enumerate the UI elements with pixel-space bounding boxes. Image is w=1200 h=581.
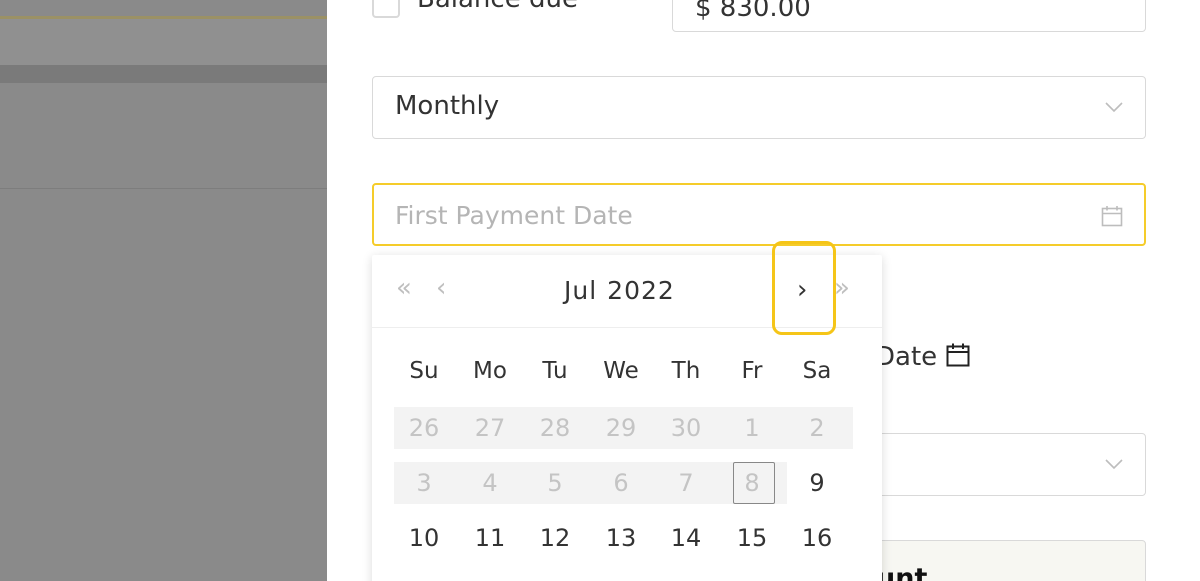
first-payment-date-placeholder: First Payment Date [395,201,633,230]
weekday-label: Tu [542,358,568,384]
calendar-day-disabled: 4 [482,469,498,497]
weekday-label: Sa [802,358,832,384]
calendar-week-row: 26 27 28 29 30 1 2 [394,407,860,449]
calendar-day-disabled: 7 [678,469,694,497]
calendar-day-disabled: 3 [416,469,432,497]
calendar-day-disabled: 27 [474,414,506,442]
calendar-day-today: 8 [744,469,760,497]
prev-year-button[interactable]: « [396,273,412,303]
next-year-button[interactable]: » [834,273,850,303]
calendar-day[interactable]: 9 [787,462,847,504]
calendar-day-disabled: 29 [605,414,637,442]
calendar-week-row: 10 11 12 13 14 15 16 [394,517,860,559]
calendar-day[interactable]: 11 [460,517,520,559]
balance-due-label: Balance due [417,0,578,14]
weekday-header-row: Su Mo Tu We Th Fr Sa [394,358,860,388]
calendar-day-disabled: 1 [744,414,760,442]
month-label[interactable]: Jul [564,276,597,305]
second-date-label: Date [875,342,971,372]
calendar-week-row: 3 4 5 6 7 8 9 [394,462,860,504]
backdrop-band [0,65,327,83]
prev-month-button[interactable]: ‹ [436,273,446,303]
date-picker-header: « ‹ Jul 2022 › » [372,241,882,335]
calendar-day[interactable]: 16 [787,517,847,559]
calendar-day-disabled: 28 [539,414,571,442]
calendar-day-disabled: 5 [547,469,563,497]
calendar-day-disabled: 30 [670,414,702,442]
secondary-select[interactable] [847,433,1146,496]
submit-button[interactable]: unt [847,540,1146,581]
next-month-button[interactable]: › [797,275,807,305]
date-picker-popup: « ‹ Jul 2022 › » Su Mo Tu We Th Fr Sa 26 … [372,241,882,581]
modal-backdrop[interactable] [0,0,327,581]
second-date-label-text: Date [875,342,938,372]
weekday-label: We [603,358,639,384]
calendar-day-disabled: 2 [809,414,825,442]
weekday-label: Fr [741,358,763,384]
balance-due-input[interactable]: $ 830.00 [672,0,1146,32]
calendar-day[interactable]: 15 [722,517,782,559]
backdrop-divider [0,188,327,189]
chevron-down-icon [1105,102,1123,113]
calendar-icon [1101,206,1123,227]
payment-plan-panel: Balance due $ 830.00 Monthly First Payme… [327,0,1200,581]
calendar-day[interactable]: 12 [525,517,585,559]
backdrop-band [0,19,327,65]
chevron-down-icon [1105,459,1123,470]
weekday-label: Mo [473,358,507,384]
first-payment-date-input[interactable]: First Payment Date [372,183,1146,246]
weekday-label: Su [409,358,439,384]
weekday-label: Th [671,358,701,384]
calendar-day[interactable]: 14 [656,517,716,559]
calendar-day[interactable]: 10 [394,517,454,559]
balance-due-checkbox[interactable] [372,0,400,18]
calendar-day-disabled: 26 [408,414,440,442]
calendar-icon[interactable] [945,342,971,368]
frequency-select[interactable]: Monthly [372,76,1146,139]
calendar-day-disabled: 6 [613,469,629,497]
year-label[interactable]: 2022 [607,276,675,305]
frequency-value: Monthly [395,91,500,121]
calendar-day[interactable]: 13 [591,517,651,559]
submit-button-label: unt [876,563,928,581]
month-year-title[interactable]: Jul 2022 [564,276,675,305]
